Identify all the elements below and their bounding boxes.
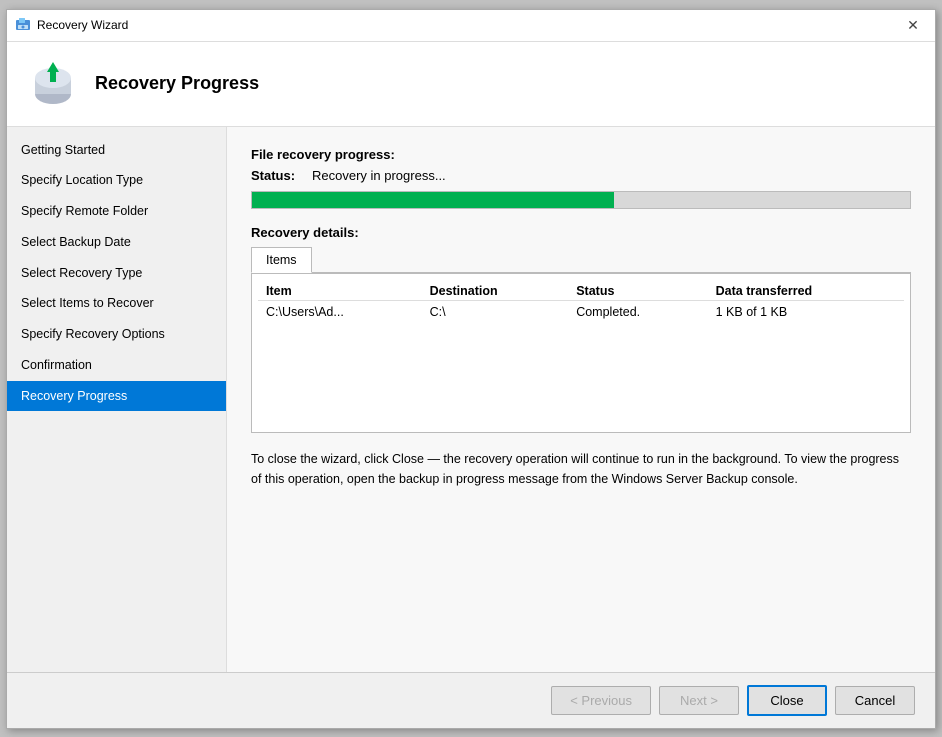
- sidebar-item-select-items-to-recover[interactable]: Select Items to Recover: [7, 288, 226, 319]
- window-title: Recovery Wizard: [37, 18, 899, 32]
- wizard-header: Recovery Progress: [7, 42, 935, 127]
- sidebar-item-select-recovery-type[interactable]: Select Recovery Type: [7, 258, 226, 289]
- window-icon: [15, 17, 31, 33]
- previous-button[interactable]: < Previous: [551, 686, 651, 715]
- sidebar-item-recovery-progress[interactable]: Recovery Progress: [7, 381, 226, 412]
- progress-bar-fill: [252, 192, 614, 208]
- cancel-button[interactable]: Cancel: [835, 686, 915, 715]
- sidebar: Getting StartedSpecify Location TypeSpec…: [7, 127, 227, 672]
- sidebar-item-specify-recovery-options[interactable]: Specify Recovery Options: [7, 319, 226, 350]
- table-row: C:\Users\Ad...C:\Completed.1 KB of 1 KB: [258, 300, 904, 323]
- main-area: Getting StartedSpecify Location TypeSpec…: [7, 127, 935, 672]
- file-recovery-label: File recovery progress:: [251, 147, 911, 162]
- sidebar-item-specify-remote-folder[interactable]: Specify Remote Folder: [7, 196, 226, 227]
- info-text: To close the wizard, click Close — the r…: [251, 449, 911, 489]
- status-value: Recovery in progress...: [312, 168, 446, 183]
- status-row: Status: Recovery in progress...: [251, 168, 911, 183]
- sidebar-item-confirmation[interactable]: Confirmation: [7, 350, 226, 381]
- recovery-wizard-window: Recovery Wizard ✕ Recovery Progress Gett…: [6, 9, 936, 729]
- content-area: File recovery progress: Status: Recovery…: [227, 127, 935, 672]
- title-bar: Recovery Wizard ✕: [7, 10, 935, 42]
- tab-items[interactable]: Items: [251, 247, 312, 273]
- tab-bar: Items: [251, 246, 911, 273]
- recovery-icon: [27, 58, 79, 110]
- header-title: Recovery Progress: [95, 73, 259, 94]
- table-body: C:\Users\Ad...C:\Completed.1 KB of 1 KB: [258, 300, 904, 323]
- progress-bar-container: [251, 191, 911, 209]
- footer: < Previous Next > Close Cancel: [7, 672, 935, 728]
- status-label: Status:: [251, 168, 306, 183]
- items-table-container: ItemDestinationStatusData transferred C:…: [251, 273, 911, 433]
- sidebar-item-select-backup-date[interactable]: Select Backup Date: [7, 227, 226, 258]
- table-header: ItemDestinationStatusData transferred: [258, 282, 904, 301]
- sidebar-item-getting-started[interactable]: Getting Started: [7, 135, 226, 166]
- close-window-button[interactable]: ✕: [899, 11, 927, 39]
- recovery-details-label: Recovery details:: [251, 225, 911, 240]
- close-button[interactable]: Close: [747, 685, 827, 716]
- items-table: ItemDestinationStatusData transferred C:…: [258, 282, 904, 323]
- sidebar-item-specify-location-type[interactable]: Specify Location Type: [7, 165, 226, 196]
- next-button[interactable]: Next >: [659, 686, 739, 715]
